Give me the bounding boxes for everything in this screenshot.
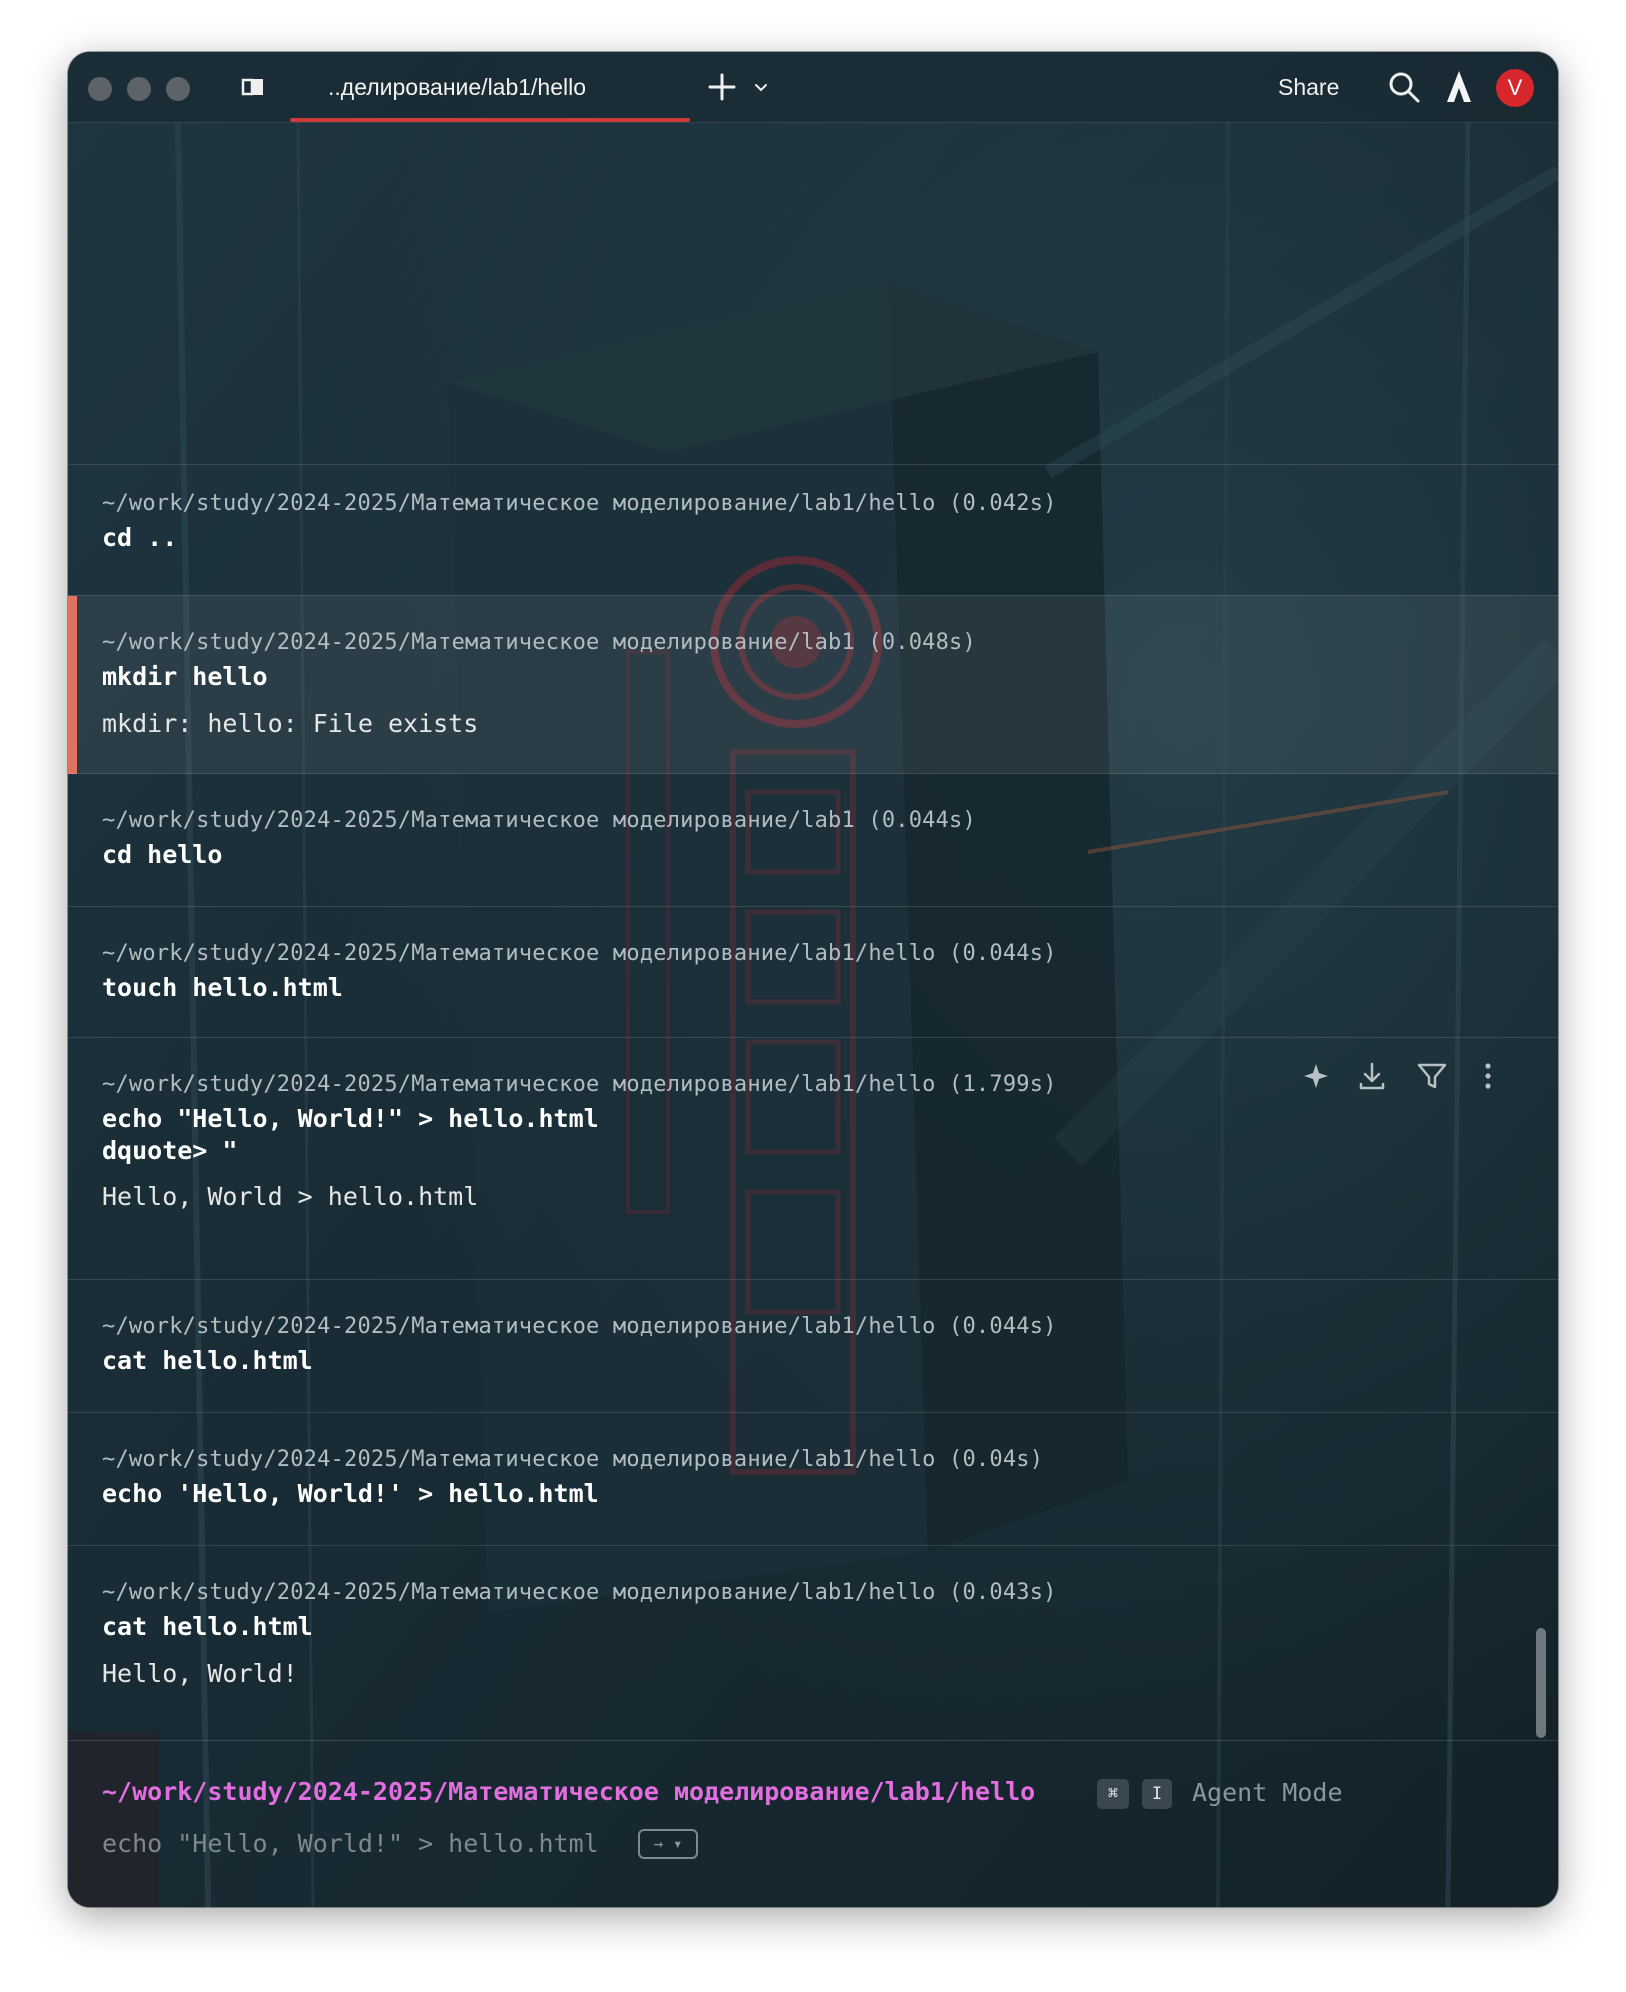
- avatar[interactable]: V: [1496, 69, 1534, 107]
- terminal-window: ..делирование/lab1/hello Share V ~/work/…: [68, 52, 1558, 1907]
- shortcut-key-i: I: [1142, 1779, 1172, 1809]
- block-path: ~/work/study/2024-2025/Математическое мо…: [102, 1314, 1057, 1339]
- block-path: ~/work/study/2024-2025/Математическое мо…: [102, 491, 1057, 516]
- download-icon[interactable]: [1354, 1058, 1390, 1094]
- tab-title: ..делирование/lab1/hello: [328, 74, 587, 100]
- block-command: cd ..: [102, 523, 178, 552]
- warp-icon[interactable]: [1443, 68, 1475, 106]
- command-block[interactable]: ~/work/study/2024-2025/Математическое мо…: [68, 1279, 1558, 1413]
- scrollbar[interactable]: [1536, 1628, 1546, 1738]
- plus-icon[interactable]: [705, 70, 739, 104]
- block-path: ~/work/study/2024-2025/Математическое мо…: [102, 941, 1057, 966]
- filter-icon[interactable]: [1414, 1058, 1450, 1094]
- block-actions: [1298, 1058, 1508, 1098]
- command-block[interactable]: ~/work/study/2024-2025/Математическое мо…: [68, 773, 1558, 907]
- block-output: Hello, World > hello.html: [102, 1182, 479, 1211]
- block-command: cat hello.html: [102, 1612, 313, 1641]
- command-block[interactable]: ~/work/study/2024-2025/Математическое мо…: [68, 906, 1558, 1038]
- block-command: touch hello.html: [102, 973, 343, 1002]
- zoom-window-button[interactable]: [166, 77, 190, 101]
- input-editor[interactable]: ~/work/study/2024-2025/Математическое мо…: [68, 1740, 1558, 1907]
- block-command: cat hello.html: [102, 1346, 313, 1375]
- command-block-error[interactable]: ~/work/study/2024-2025/Математическое мо…: [68, 595, 1558, 774]
- active-tab-indicator: [290, 118, 690, 122]
- error-indicator: [68, 596, 77, 774]
- block-path: ~/work/study/2024-2025/Математическое мо…: [102, 630, 976, 655]
- block-command: echo "Hello, World!" > hello.html: [102, 1104, 599, 1133]
- block-path: ~/work/study/2024-2025/Математическое мо…: [102, 1072, 1057, 1097]
- block-command: echo 'Hello, World!' > hello.html: [102, 1479, 599, 1508]
- prompt-path: ~/work/study/2024-2025/Математическое мо…: [102, 1777, 1036, 1806]
- block-command: cd hello: [102, 840, 223, 869]
- minimize-window-button[interactable]: [127, 77, 151, 101]
- block-path: ~/work/study/2024-2025/Математическое мо…: [102, 1580, 1057, 1605]
- block-output: mkdir: hello: File exists: [102, 709, 479, 738]
- tab-active[interactable]: ..делирование/lab1/hello: [290, 52, 690, 122]
- block-path: ~/work/study/2024-2025/Математическое мо…: [102, 1447, 1044, 1472]
- title-bar: ..делирование/lab1/hello Share V: [68, 52, 1558, 123]
- block-path: ~/work/study/2024-2025/Математическое мо…: [102, 808, 976, 833]
- shortcut-key-cmd: ⌘: [1097, 1779, 1129, 1809]
- close-window-button[interactable]: [88, 77, 112, 101]
- agent-mode-button[interactable]: Agent Mode: [1192, 1778, 1343, 1807]
- chevron-down-icon[interactable]: [750, 76, 772, 98]
- command-block[interactable]: ~/work/study/2024-2025/Математическое мо…: [68, 1545, 1558, 1741]
- command-block[interactable]: ~/work/study/2024-2025/Математическое мо…: [68, 464, 1558, 596]
- command-block-selected[interactable]: ~/work/study/2024-2025/Математическое мо…: [68, 1037, 1558, 1280]
- share-button[interactable]: Share: [1278, 74, 1339, 101]
- block-command: mkdir hello: [102, 662, 268, 691]
- command-block[interactable]: ~/work/study/2024-2025/Математическое мо…: [68, 1412, 1558, 1546]
- sparkle-icon[interactable]: [1298, 1058, 1334, 1094]
- sidebar-icon[interactable]: [238, 74, 268, 100]
- block-output: Hello, World!: [102, 1659, 298, 1688]
- accept-suggestion-hint[interactable]: → ▾: [638, 1829, 698, 1859]
- more-icon[interactable]: [1470, 1058, 1506, 1094]
- search-icon[interactable]: [1385, 68, 1423, 106]
- autosuggestion-text[interactable]: echo "Hello, World!" > hello.html: [102, 1829, 599, 1858]
- block-command-continuation: dquote> ": [102, 1136, 238, 1165]
